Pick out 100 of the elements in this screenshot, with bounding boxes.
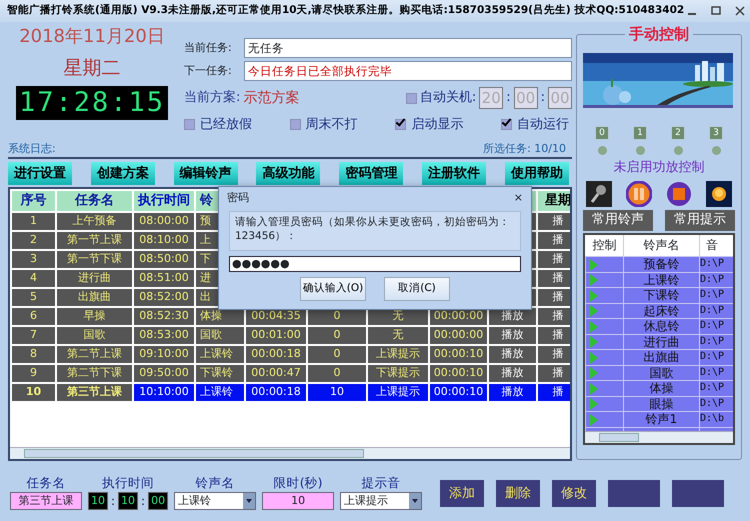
table-cell: 08:50:00 bbox=[134, 250, 194, 268]
field-label: 当前任务: bbox=[184, 40, 233, 56]
table-cell: 起床铃 bbox=[624, 303, 700, 318]
table-cell: 第一节上课 bbox=[57, 232, 132, 248]
table-cell: D:\P bbox=[700, 303, 733, 318]
table-cell: 00:00:10 bbox=[430, 346, 487, 362]
table-cell: D:\P bbox=[700, 380, 733, 396]
table-cell: 10 bbox=[308, 384, 366, 400]
table-cell: 体操 bbox=[196, 308, 244, 324]
checkbox-label: 自动运行 bbox=[516, 116, 569, 134]
field-label: 任务名 bbox=[26, 475, 66, 490]
table-cell: 10:10:00 bbox=[134, 384, 194, 400]
task-field: 无任务 bbox=[244, 38, 572, 58]
table-cell: 休息铃 bbox=[624, 318, 700, 334]
table-cell: 进行曲 bbox=[624, 334, 700, 350]
panel-title: 手动控制 bbox=[625, 25, 693, 43]
table-cell: 播放 bbox=[489, 326, 536, 344]
table-cell: 播放 bbox=[489, 384, 536, 400]
table-cell: 9 bbox=[12, 364, 55, 382]
separator-text: : bbox=[141, 493, 146, 510]
table-cell: 08:51:00 bbox=[134, 270, 194, 286]
table-cell: 上午预备 bbox=[57, 212, 132, 230]
table-cell: 第二节下课 bbox=[57, 364, 132, 382]
table-cell: 5 bbox=[12, 288, 55, 306]
table-cell: 铃声1 bbox=[624, 412, 700, 427]
table-cell: 0 bbox=[308, 346, 366, 362]
table-cell: 00:00:00 bbox=[430, 326, 487, 344]
table-cell: 播 bbox=[538, 364, 570, 382]
table-cell: 国歌 bbox=[624, 365, 700, 380]
table-cell: 眼操 bbox=[624, 396, 700, 412]
field-label: 下一任务: bbox=[184, 62, 233, 79]
plan-label: 当前方案: bbox=[184, 89, 240, 108]
table-cell: 出旗曲 bbox=[624, 350, 700, 365]
table-cell: 播 bbox=[538, 326, 570, 344]
table-cell: 下课铃 bbox=[196, 364, 244, 382]
table-cell: 00:00:47 bbox=[246, 364, 306, 382]
checkbox-label: 已经放假 bbox=[200, 116, 252, 134]
table-cell: 播 bbox=[538, 250, 570, 268]
selected-count: 所选任务: 10/10 bbox=[483, 140, 566, 156]
task-field: 今日任务日已全部执行完毕 bbox=[244, 61, 572, 81]
table-cell: 下课铃 bbox=[624, 288, 700, 303]
table-cell: 播 bbox=[538, 346, 570, 362]
table-cell: 上课提示 bbox=[368, 384, 428, 400]
table-cell: 0 bbox=[308, 364, 366, 382]
table-cell: 第一节下课 bbox=[57, 250, 132, 268]
table-cell: D:\P bbox=[700, 350, 733, 365]
table-cell: 6 bbox=[12, 308, 55, 324]
table-cell: 08:53:00 bbox=[134, 326, 194, 344]
status-text: 未启用功放控制 bbox=[612, 159, 706, 177]
table-cell: 体操 bbox=[624, 380, 700, 396]
table-cell: 08:10:00 bbox=[134, 232, 194, 248]
table-cell: 第二节上课 bbox=[57, 346, 132, 362]
table-cell: 无 bbox=[368, 326, 428, 344]
table-cell: D:\P bbox=[700, 365, 733, 380]
table-cell: 国歌 bbox=[196, 326, 244, 344]
table-cell: 播 bbox=[538, 212, 570, 230]
table-cell: 下课提示 bbox=[368, 364, 428, 382]
weekday-text: 星期二 bbox=[64, 56, 120, 80]
table-cell: 7 bbox=[12, 326, 55, 344]
table-cell: 播放 bbox=[489, 364, 536, 382]
table-cell: 上课铃 bbox=[196, 384, 244, 400]
log-label: 系统日志: bbox=[8, 140, 56, 156]
table-cell: 8 bbox=[12, 346, 55, 362]
table-cell: 00:00:18 bbox=[246, 346, 306, 362]
table-cell: 播 bbox=[538, 308, 570, 324]
checkbox-label: 自动关机: bbox=[420, 89, 476, 108]
table-cell: 09:10:00 bbox=[134, 346, 194, 362]
table-cell: 播 bbox=[538, 232, 570, 248]
table-cell: 上课铃 bbox=[624, 272, 700, 288]
table-cell: 早操 bbox=[57, 308, 132, 324]
table-cell: 播放 bbox=[489, 346, 536, 362]
table-cell: 上课提示 bbox=[368, 346, 428, 362]
separator-text: : bbox=[111, 493, 116, 510]
table-cell: 出旗曲 bbox=[57, 288, 132, 306]
separator-text: : bbox=[506, 89, 511, 108]
table-cell: 00:00:10 bbox=[430, 384, 487, 400]
table-cell: 00:01:00 bbox=[246, 326, 306, 344]
window-title: 智能广播打铃系统(通用版) V9.3未注册版,还可正常使用10天,请尽快联系注册。购买电话:15870359529(吕先生) 技术QQ:510483402 bbox=[7, 3, 684, 18]
table-cell: 播 bbox=[538, 384, 570, 400]
table-cell: 进行曲 bbox=[57, 270, 132, 286]
table-cell: 09:50:00 bbox=[134, 364, 194, 382]
plan-name: 示范方案 bbox=[243, 88, 300, 108]
table-cell: 预备铃 bbox=[624, 256, 700, 272]
table-cell: D:\b bbox=[700, 412, 733, 427]
dialog-message: 请输入管理员密码（如果你从未更改密码，初始密码为：123456）： bbox=[229, 211, 521, 251]
table-cell: 10 bbox=[12, 384, 55, 400]
table-cell: D:\P bbox=[700, 272, 733, 288]
table-cell: 播 bbox=[538, 288, 570, 306]
table-cell: 第三节上课 bbox=[57, 384, 132, 400]
field-label: 执行时间 bbox=[102, 475, 154, 490]
table-cell: 1 bbox=[12, 212, 55, 230]
field-label: 铃声名 bbox=[196, 475, 235, 490]
table-cell: D:\P bbox=[700, 318, 733, 334]
table-cell: 3 bbox=[12, 250, 55, 268]
table-cell: 4 bbox=[12, 270, 55, 286]
date-text: 2018年11月20日 bbox=[19, 26, 165, 48]
table-cell: 上课铃 bbox=[196, 346, 244, 362]
table-cell: 08:52:30 bbox=[134, 308, 194, 324]
table-cell: 播 bbox=[538, 270, 570, 286]
checkbox-label: 周末不打 bbox=[306, 116, 358, 134]
